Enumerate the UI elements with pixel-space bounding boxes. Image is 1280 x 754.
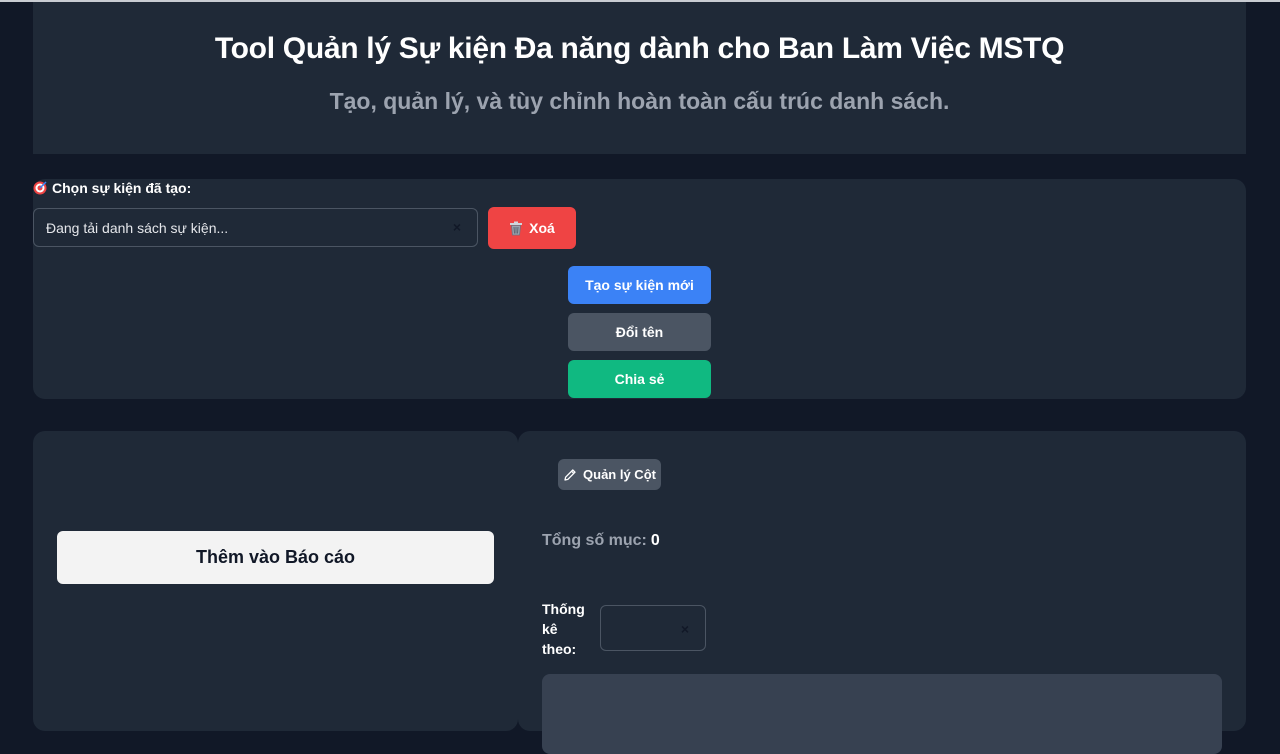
event-panel: Chọn sự kiện đã tạo: Đang tải danh sách … bbox=[33, 179, 1246, 399]
share-button[interactable]: Chia sẻ bbox=[568, 360, 711, 398]
event-select-label: Chọn sự kiện đã tạo: bbox=[33, 180, 191, 196]
manage-columns-button[interactable]: Quản lý Cột bbox=[558, 459, 661, 490]
page-title: Tool Quản lý Sự kiện Đa năng dành cho Ba… bbox=[33, 32, 1246, 66]
event-select-label-text: Chọn sự kiện đã tạo: bbox=[52, 180, 191, 196]
stat-by-select[interactable]: × bbox=[600, 605, 706, 651]
delete-label: Xoá bbox=[529, 220, 555, 236]
add-report-button[interactable]: Thêm vào Báo cáo bbox=[57, 531, 494, 584]
stat-clear-icon[interactable]: × bbox=[681, 621, 689, 637]
trash-icon bbox=[509, 221, 523, 236]
event-select-value: Đang tải danh sách sự kiện... bbox=[46, 220, 228, 236]
clear-selection-icon[interactable]: × bbox=[453, 219, 461, 235]
page-header: Tool Quản lý Sự kiện Đa năng dành cho Ba… bbox=[33, 2, 1246, 154]
new-event-button[interactable]: Tạo sự kiện mới bbox=[568, 266, 711, 304]
delete-event-button[interactable]: Xoá bbox=[488, 207, 576, 249]
total-items: Tổng số mục:0 bbox=[542, 532, 660, 550]
target-icon bbox=[33, 181, 47, 195]
total-items-value: 0 bbox=[651, 532, 660, 549]
right-panel: Quản lý Cột Tổng số mục:0 Thống kê theo:… bbox=[518, 431, 1246, 731]
stat-by-label: Thống kê theo: bbox=[542, 599, 592, 659]
pencil-icon bbox=[563, 468, 577, 482]
page-subtitle: Tạo, quản lý, và tùy chỉnh hoàn toàn cấu… bbox=[33, 88, 1246, 115]
stats-content-area bbox=[542, 674, 1222, 754]
manage-columns-label: Quản lý Cột bbox=[583, 467, 656, 482]
rename-button[interactable]: Đổi tên bbox=[568, 313, 711, 351]
left-panel: Thêm vào Báo cáo bbox=[33, 431, 518, 731]
event-select[interactable]: Đang tải danh sách sự kiện... × bbox=[33, 208, 478, 247]
total-items-label: Tổng số mục: bbox=[542, 532, 647, 549]
